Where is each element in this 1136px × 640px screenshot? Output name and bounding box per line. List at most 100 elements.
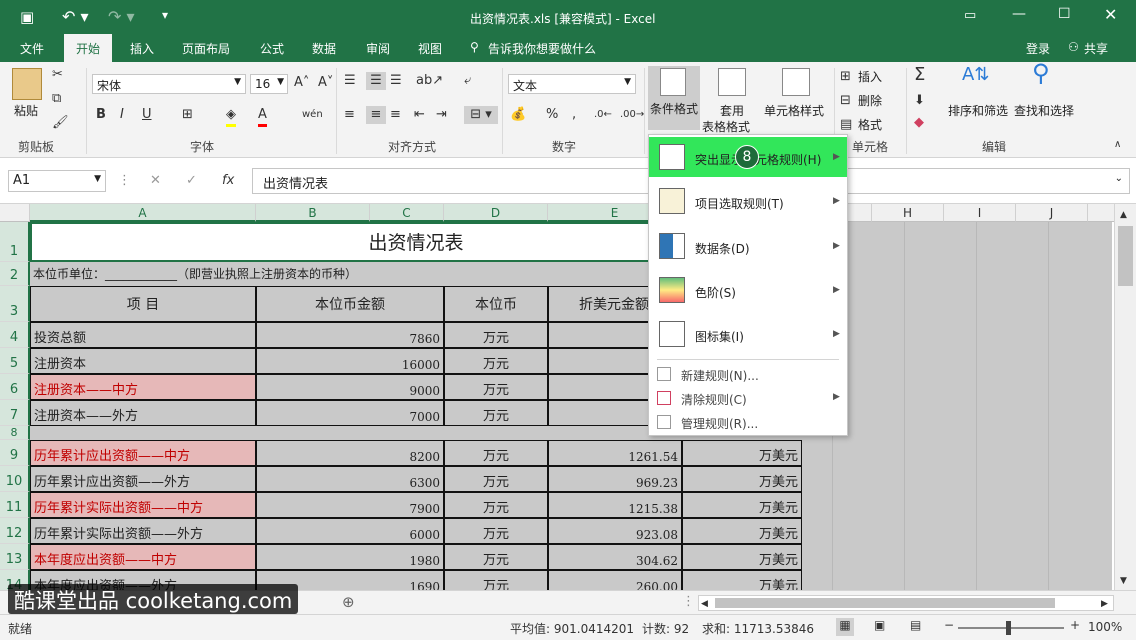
amount-cell[interactable]: 9000 (256, 374, 444, 400)
paste-icon[interactable] (12, 68, 42, 100)
close-icon[interactable]: ✕ (1104, 5, 1117, 24)
percent-button[interactable]: % (546, 106, 558, 124)
font-name-combo[interactable]: 宋体 ▼ (92, 74, 246, 94)
menu-item-color-scales[interactable]: 色阶(S) ▶ (649, 269, 847, 311)
sort-filter-button[interactable]: 排序和筛选 (948, 102, 1008, 119)
align-center-icon[interactable]: ≡ (366, 106, 386, 124)
currency-cell[interactable]: 万元 (444, 348, 548, 374)
maximize-icon[interactable]: ☐ (1058, 6, 1071, 22)
table-format-label-2[interactable]: 表格格式 (702, 118, 750, 135)
row-header[interactable]: 2 (0, 262, 30, 286)
enter-icon[interactable]: ✓ (186, 172, 197, 190)
item-cell[interactable]: 注册资本——外方 (30, 400, 256, 426)
insert-cells-button[interactable]: 插入 (858, 68, 882, 85)
insert-cells-icon[interactable]: ⊞ (840, 68, 851, 86)
currency-cell[interactable]: 万元 (444, 322, 548, 348)
tell-me-box[interactable]: 告诉我你想要做什么 (488, 40, 596, 57)
tab-split-icon[interactable]: ⋮ (682, 593, 695, 611)
scroll-up-icon[interactable]: ▲ (1120, 206, 1127, 224)
sign-in-link[interactable]: 登录 (1026, 40, 1050, 57)
cell-style-button[interactable]: 单元格样式 (764, 102, 824, 119)
conditional-format-button[interactable]: 条件格式 (648, 66, 700, 130)
tab-home[interactable]: 开始 (64, 34, 113, 62)
item-cell[interactable]: 投资总额 (30, 322, 256, 348)
normal-view-icon[interactable]: ▦ (836, 618, 854, 636)
menu-item-manage-rules[interactable]: 管理规则(R)... (649, 411, 847, 435)
usd-cell[interactable]: 1261.54 (548, 440, 682, 466)
row-header[interactable]: 12 (0, 518, 30, 544)
column-header[interactable]: A (30, 204, 256, 222)
row-header[interactable]: 6 (0, 374, 30, 400)
scroll-thumb[interactable] (715, 598, 1055, 608)
row-header[interactable]: 1 (0, 222, 30, 262)
tab-data[interactable]: 数据 (312, 40, 336, 57)
row-header[interactable]: 4 (0, 322, 30, 348)
column-header[interactable]: J (1016, 204, 1088, 222)
amount-cell[interactable]: 7860 (256, 322, 444, 348)
page-layout-view-icon[interactable]: ▣ (874, 618, 885, 632)
menu-item-new-rule[interactable]: 新建规则(N)... (649, 363, 847, 387)
align-right-icon[interactable]: ≡ (390, 106, 401, 124)
merge-center-icon[interactable]: ⊟ ▾ (464, 106, 498, 124)
scroll-down-icon[interactable]: ▼ (1120, 572, 1127, 590)
align-bottom-icon[interactable]: ☰ (390, 72, 402, 90)
usd-unit-cell[interactable]: 万美元 (682, 440, 802, 466)
row-header[interactable]: 7 (0, 400, 30, 426)
font-size-combo[interactable]: 16 ▼ (250, 74, 288, 94)
currency-cell[interactable]: 万元 (444, 440, 548, 466)
item-cell[interactable]: 历年累计实际出资额——外方 (30, 518, 256, 544)
amount-cell[interactable]: 7900 (256, 492, 444, 518)
comma-button[interactable]: , (572, 106, 576, 124)
phonetic-icon[interactable]: wén (302, 106, 323, 124)
currency-cell[interactable]: 万元 (444, 374, 548, 400)
usd-unit-cell[interactable]: 万美元 (682, 570, 802, 590)
row-header[interactable]: 9 (0, 440, 30, 466)
align-top-icon[interactable]: ☰ (344, 72, 356, 90)
name-box[interactable]: A1 ▼ (8, 170, 106, 192)
wrap-text-icon[interactable]: ⤶ (464, 72, 471, 90)
column-header[interactable]: I (944, 204, 1016, 222)
font-color-icon[interactable]: A (258, 106, 267, 127)
menu-item-data-bars[interactable]: 数据条(D) ▶ (649, 225, 847, 267)
page-break-view-icon[interactable]: ▤ (910, 618, 921, 632)
amount-cell[interactable]: 7000 (256, 400, 444, 426)
select-all-corner[interactable] (0, 204, 30, 222)
customize-qat-icon[interactable]: ▾ (162, 8, 168, 22)
shrink-font-icon[interactable]: A˅ (318, 74, 333, 92)
row-header[interactable]: 8 (0, 426, 30, 440)
format-cells-button[interactable]: 格式 (858, 116, 882, 133)
increase-decimal-icon[interactable]: .0← (594, 106, 612, 124)
redo-icon[interactable]: ↷ ▾ (108, 7, 135, 26)
borders-icon[interactable]: ⊞ (182, 106, 193, 124)
item-cell[interactable]: 注册资本——中方 (30, 374, 256, 400)
usd-unit-cell[interactable]: 万美元 (682, 544, 802, 570)
fill-color-icon[interactable]: ◈ (226, 106, 236, 127)
usd-cell[interactable]: 923.08 (548, 518, 682, 544)
item-cell[interactable]: 注册资本 (30, 348, 256, 374)
usd-cell[interactable]: 304.62 (548, 544, 682, 570)
add-sheet-icon[interactable]: ⊕ (342, 593, 355, 611)
item-cell[interactable]: 历年累计应出资额——外方 (30, 466, 256, 492)
cancel-icon[interactable]: ✕ (150, 172, 161, 190)
zoom-slider-thumb[interactable] (1006, 621, 1011, 635)
collapse-ribbon-icon[interactable]: ∧ (1114, 136, 1121, 154)
usd-cell[interactable]: 1215.38 (548, 492, 682, 518)
format-painter-icon[interactable]: 🖌 (52, 114, 69, 132)
item-cell[interactable]: 历年累计实际出资额——中方 (30, 492, 256, 518)
zoom-slider[interactable] (958, 621, 1064, 635)
align-middle-icon[interactable]: ☰ (366, 72, 386, 90)
header-currency[interactable]: 本位币 (444, 286, 548, 322)
save-icon[interactable]: ▣ (20, 8, 34, 26)
usd-unit-cell[interactable]: 万美元 (682, 466, 802, 492)
header-amount[interactable]: 本位币金额 (256, 286, 444, 322)
amount-cell[interactable]: 1980 (256, 544, 444, 570)
row-header[interactable]: 5 (0, 348, 30, 374)
menu-item-icon-sets[interactable]: 图标集(I) ▶ (649, 313, 847, 355)
tab-file[interactable]: 文件 (20, 40, 44, 57)
autosum-button[interactable]: Σ (914, 66, 925, 84)
insert-function-icon[interactable]: fx (222, 172, 234, 190)
copy-icon[interactable]: ⧉ (52, 90, 61, 108)
amount-cell[interactable]: 6300 (256, 466, 444, 492)
align-left-icon[interactable]: ≡ (344, 106, 355, 124)
worksheet-grid[interactable]: A B C D E F G H I J 1 2 3 4 5 6 7 8 9 10… (0, 204, 1136, 590)
